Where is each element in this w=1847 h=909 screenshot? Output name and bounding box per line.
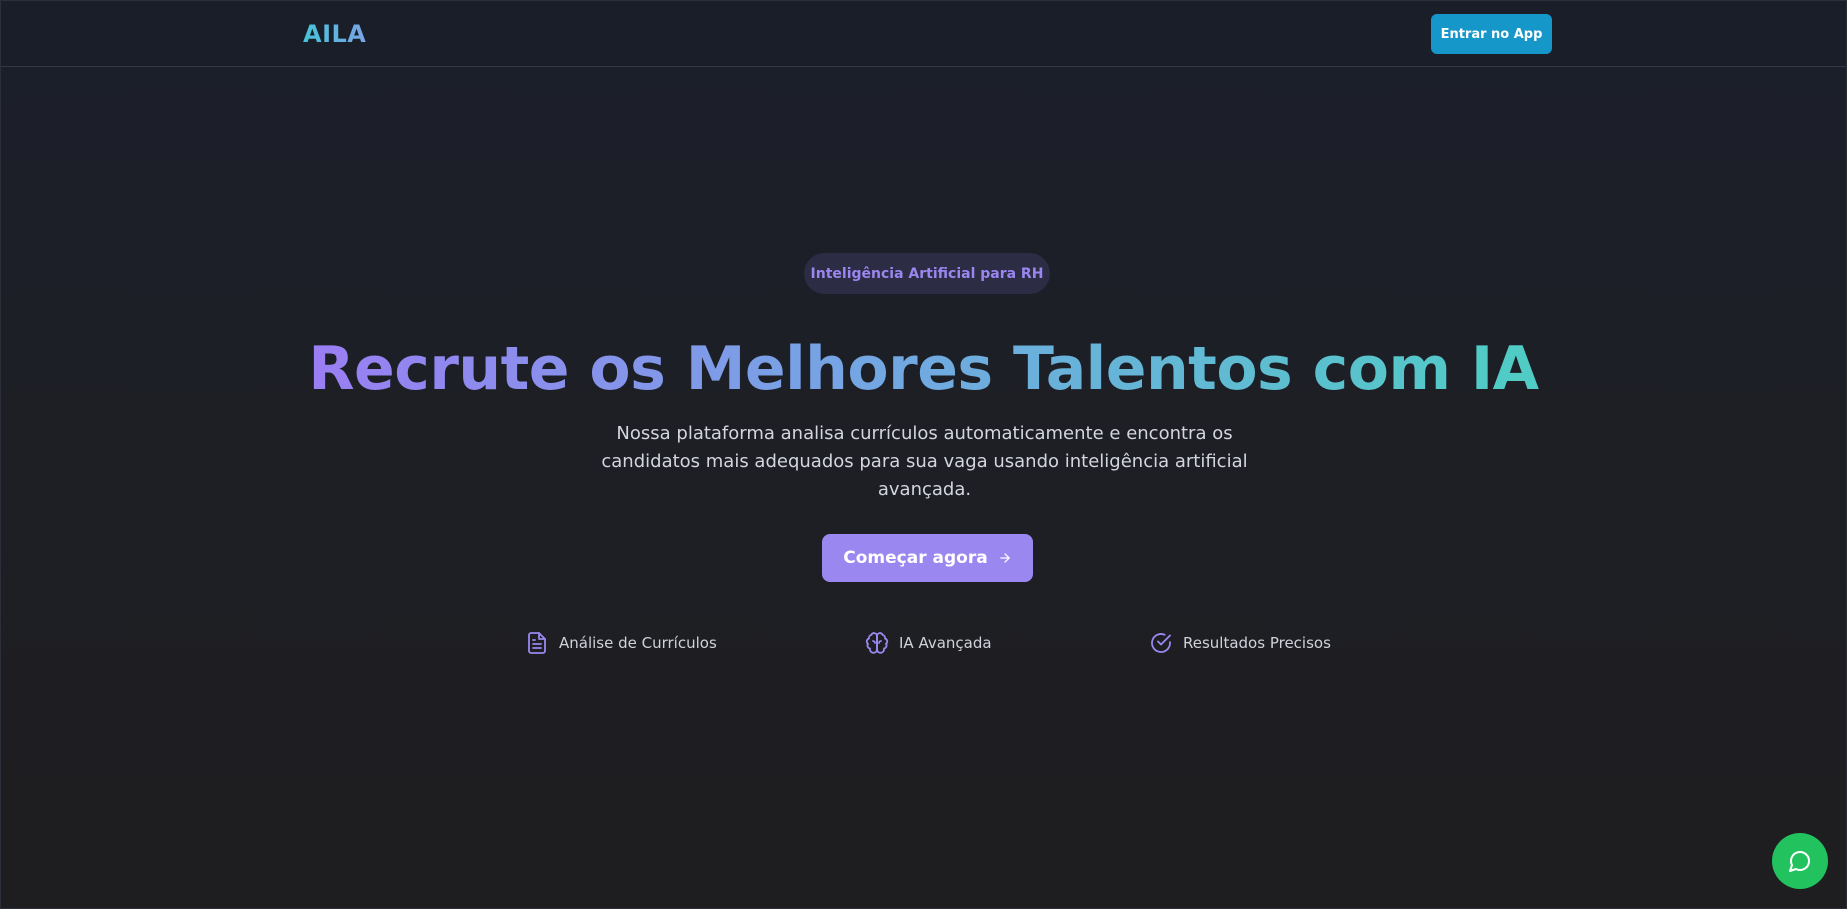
document-icon (528, 632, 546, 654)
feature-item-resume-analysis: Análise de Currículos (525, 628, 717, 658)
feature-list: Análise de Currículos IA Avançada Result… (1, 628, 1846, 658)
hero-title: Recrute os Melhores Talentos com IA (308, 329, 1539, 409)
feature-label: Análise de Currículos (559, 634, 717, 652)
chat-button[interactable] (1772, 833, 1828, 889)
chat-bubble-icon (1789, 851, 1810, 872)
logo[interactable]: AILA (303, 20, 366, 48)
feature-item-precise-results: Resultados Precisos (1149, 628, 1331, 658)
start-now-button[interactable]: Começar agora (822, 534, 1033, 582)
hero-badge: Inteligência Artificial para RH (804, 253, 1050, 294)
start-now-label: Começar agora (843, 548, 988, 568)
feature-item-advanced-ai: IA Avançada (865, 628, 992, 658)
brain-icon (865, 632, 889, 654)
landing-page: AILA Entrar no App Inteligência Artifici… (0, 0, 1847, 909)
check-circle-icon (1151, 633, 1171, 653)
top-navbar: AILA Entrar no App (1, 1, 1846, 67)
arrow-right-icon (999, 553, 1010, 563)
enter-app-button[interactable]: Entrar no App (1431, 14, 1552, 54)
feature-label: IA Avançada (899, 634, 992, 652)
hero-title-wrapper: Recrute os Melhores Talentos com IA (1, 329, 1846, 409)
hero-subtitle: Nossa plataforma analisa currículos auto… (601, 423, 1248, 500)
feature-label: Resultados Precisos (1183, 634, 1331, 652)
